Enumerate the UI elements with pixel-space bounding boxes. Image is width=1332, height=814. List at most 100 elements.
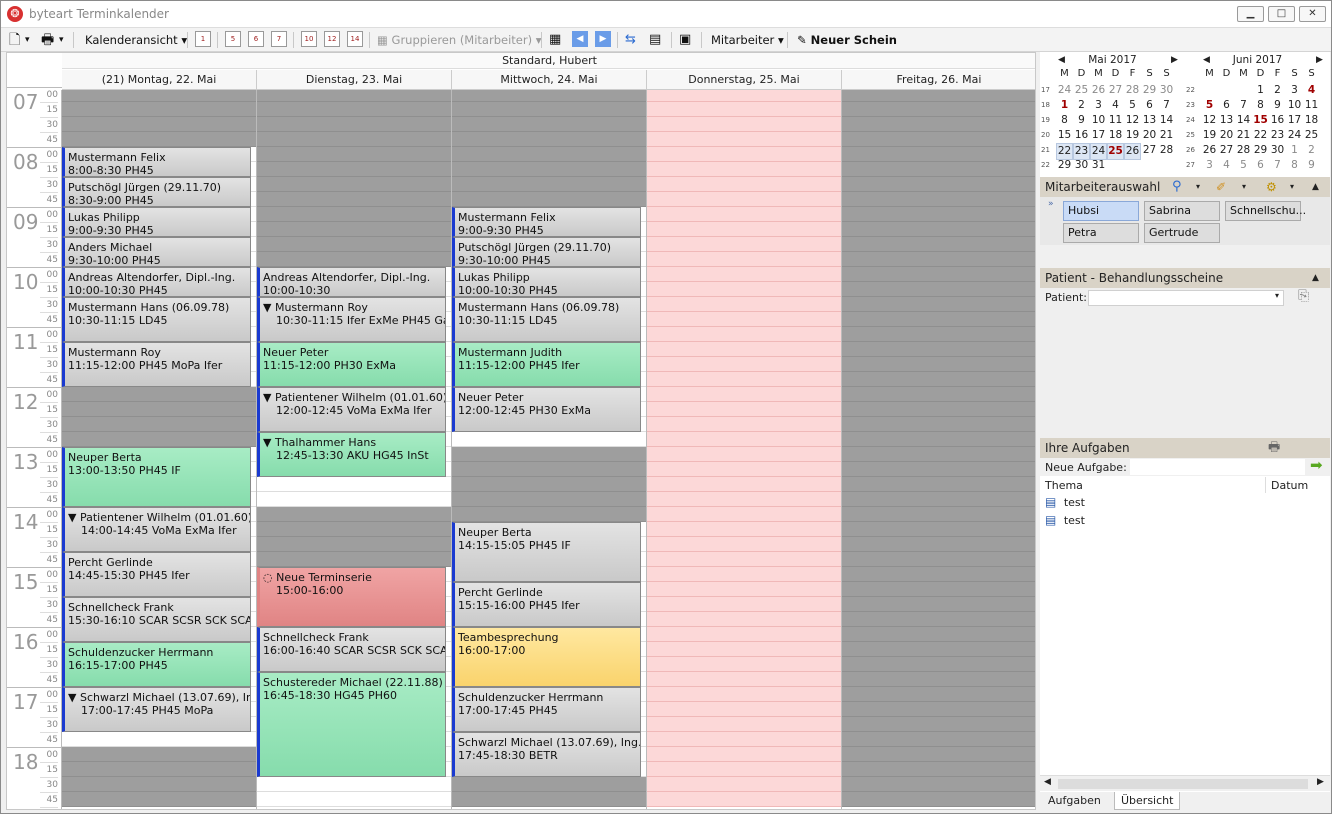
collapse-arrow-icon[interactable]: ▲ [1312,268,1319,288]
time-slot[interactable] [842,102,1035,117]
mini-calendar-day[interactable]: 18 [1303,113,1320,128]
time-slot[interactable] [452,147,646,162]
mini-calendar-day[interactable]: 19 [1201,128,1218,143]
mini-calendar-day[interactable]: 10 [1286,98,1303,113]
mini-calendar-day[interactable]: 28 [1124,83,1141,98]
appointment[interactable]: Schwarzl Michael (13.07.69), Ing. 17:45-1… [452,732,641,777]
time-slot[interactable] [842,162,1035,177]
staff-dropdown[interactable]: Mitarbeiter ▾ [711,31,784,49]
time-slot[interactable] [842,207,1035,222]
time-slot[interactable] [647,522,841,537]
day-view-10-icon[interactable]: 10 [301,31,317,47]
time-slot[interactable] [842,492,1035,507]
appointment[interactable]: ▼ Mustermann Roy 10:30-11:15 Ifer ExMe PH… [257,297,446,342]
time-slot[interactable] [842,702,1035,717]
mini-calendar-day[interactable]: 20 [1141,128,1158,143]
time-slot[interactable] [257,552,451,567]
time-slot[interactable] [647,507,841,522]
maximize-button[interactable]: □ [1268,6,1295,22]
time-slot[interactable] [62,402,256,417]
time-slot[interactable] [842,447,1035,462]
time-slot[interactable] [452,90,646,102]
mini-calendar-day[interactable]: 29 [1252,143,1269,158]
time-slot[interactable] [842,327,1035,342]
time-slot[interactable] [647,597,841,612]
mini-calendar-day[interactable]: 18 [1107,128,1124,143]
employee-gertrude[interactable]: Gertrude [1144,223,1220,243]
time-slot[interactable] [842,747,1035,762]
time-slot[interactable] [452,792,646,807]
task-item[interactable]: ▤ test [1045,513,1085,531]
time-slot[interactable] [257,132,451,147]
double-chevron-icon[interactable]: » [1048,199,1054,209]
time-slot[interactable] [257,102,451,117]
appointment[interactable]: Putschögl Jürgen (29.11.70) 9:30-10:00 PH… [452,237,641,267]
time-slot[interactable] [647,252,841,267]
time-slot[interactable] [842,507,1035,522]
time-slot[interactable] [842,792,1035,807]
time-slot[interactable] [647,312,841,327]
mini-calendar-day[interactable]: 22 [1252,128,1269,143]
prev-month-icon[interactable]: ◀ [1058,53,1065,67]
time-slot[interactable] [842,717,1035,732]
appointment[interactable]: Neuper Berta 13:00-13:50 PH45 IF [62,447,251,507]
mini-calendar-day[interactable]: 6 [1141,98,1158,113]
patient-lookup-icon[interactable]: ⎘ [1298,288,1309,304]
time-slot[interactable] [842,462,1035,477]
mini-calendar-day[interactable]: 9 [1073,113,1090,128]
appointment[interactable]: Teambesprechung 16:00-17:00 [452,627,641,687]
time-slot[interactable] [842,552,1035,567]
mini-calendar-day[interactable]: 7 [1235,98,1252,113]
day-header-1[interactable]: Dienstag, 23. Mai [257,70,452,90]
mini-calendar-day[interactable]: 30 [1269,143,1286,158]
new-slip-button[interactable]: ✎ Neuer Schein [797,31,897,49]
time-slot[interactable] [842,237,1035,252]
time-slot[interactable] [257,492,451,507]
time-slot[interactable] [452,132,646,147]
time-slot[interactable] [842,312,1035,327]
mini-calendar-day[interactable]: 3 [1201,158,1218,173]
time-slot[interactable] [842,582,1035,597]
time-slot[interactable] [647,732,841,747]
time-slot[interactable] [842,387,1035,402]
time-slot[interactable] [647,477,841,492]
next-arrow-icon[interactable]: ▶ [595,31,611,47]
tab-overview[interactable]: Übersicht [1114,792,1181,810]
week-calendar[interactable]: Standard, Hubert 07 00 15 30 45 08 00 15 30 45 09 0… [6,52,1036,810]
time-slot[interactable] [647,567,841,582]
col-date[interactable]: Datum [1271,479,1308,492]
day-column-0[interactable]: Mustermann Felix 8:00-8:30 PH45 Putschögl … [62,90,257,809]
appointment[interactable]: Schnellcheck Frank 16:00-16:40 SCAR SCSR … [257,627,446,672]
time-slot[interactable] [62,387,256,402]
time-slot[interactable] [842,177,1035,192]
day-view-5-icon[interactable]: 5 [225,31,241,47]
time-slot[interactable] [257,237,451,252]
tasks-panel-header[interactable]: Ihre Aufgaben 🖶 [1040,438,1330,458]
time-slot[interactable] [842,687,1035,702]
mini-calendar-day[interactable]: 15 [1252,113,1269,128]
time-slot[interactable] [647,792,841,807]
mini-calendar-day[interactable]: 8 [1286,158,1303,173]
new-task-input[interactable] [1130,459,1305,475]
appointment[interactable]: Neuper Berta 14:15-15:05 PH45 IF [452,522,641,582]
mini-calendar-day[interactable]: 1 [1056,98,1073,113]
time-slot[interactable] [842,597,1035,612]
dropdown-arrow-icon[interactable]: ▾ [1242,177,1246,197]
scroll-right-icon[interactable]: ▶ [1317,777,1324,787]
staff-panel-header[interactable]: Mitarbeiterauswahl ⚲ ▾ ✐ ▾ ⚙ ▾ ▲ [1040,177,1330,197]
time-slot[interactable] [257,207,451,222]
mini-calendar-day[interactable]: 19 [1124,128,1141,143]
time-slot[interactable] [842,90,1035,102]
time-slot[interactable] [257,507,451,522]
time-slot[interactable] [257,162,451,177]
scroll-left-icon[interactable]: ◀ [1044,777,1051,787]
time-slot[interactable] [647,117,841,132]
day-view-6-icon[interactable]: 6 [248,31,264,47]
time-slot[interactable] [257,192,451,207]
clipboard-icon[interactable]: ▤ [649,31,661,49]
tab-tasks[interactable]: Aufgaben [1042,792,1107,810]
time-slot[interactable] [257,222,451,237]
print-icon[interactable]: 🖶 [41,31,54,49]
employee-hubsi[interactable]: Hubsi [1063,201,1139,221]
time-slot[interactable] [842,672,1035,687]
